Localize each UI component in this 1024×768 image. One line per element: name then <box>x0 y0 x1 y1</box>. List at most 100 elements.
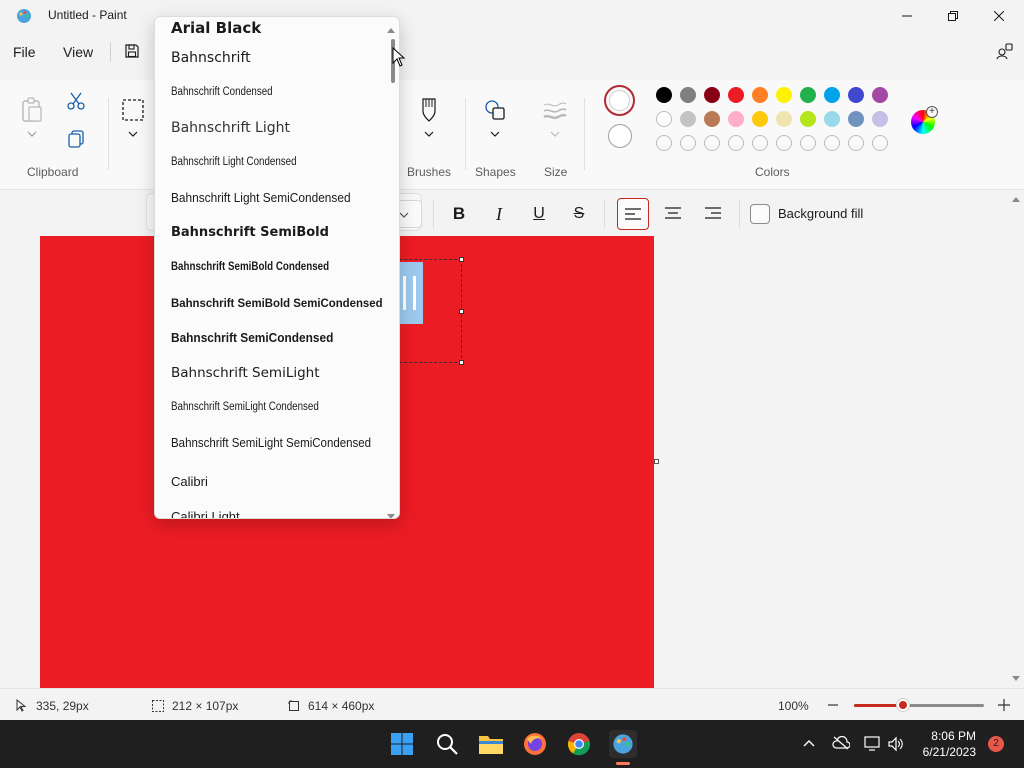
zoom-slider-thumb[interactable] <box>896 698 910 712</box>
secondary-color-button[interactable] <box>608 124 632 148</box>
share-icon[interactable] <box>996 42 1014 60</box>
color-swatch[interactable] <box>728 111 744 127</box>
font-option[interactable]: Bahnschrift Light <box>171 120 290 136</box>
color-swatch[interactable] <box>872 87 888 103</box>
start-button[interactable] <box>388 730 416 758</box>
color-swatch[interactable] <box>728 87 744 103</box>
size-button[interactable] <box>542 100 568 122</box>
chevron-down-icon[interactable] <box>424 131 434 137</box>
font-family-dropdown-list[interactable]: Arial Black Bahnschrift Bahnschrift Conden… <box>154 16 400 519</box>
scroll-up-icon[interactable] <box>387 21 395 33</box>
color-swatch[interactable] <box>680 87 696 103</box>
menu-view[interactable]: View <box>63 44 93 60</box>
underline-button[interactable]: U <box>528 201 550 227</box>
font-option[interactable]: Bahnschrift Condensed <box>171 86 273 98</box>
volume-icon[interactable] <box>888 736 904 752</box>
font-option[interactable]: Bahnschrift SemiBold <box>171 225 329 240</box>
font-option[interactable]: Calibri Light <box>171 509 240 518</box>
color-swatch[interactable] <box>800 111 816 127</box>
firefox-button[interactable] <box>521 730 549 758</box>
font-option[interactable]: Bahnschrift Light Condensed <box>171 156 297 168</box>
zoom-slider[interactable] <box>854 698 984 712</box>
chevron-down-icon[interactable] <box>128 131 138 137</box>
color-swatch[interactable] <box>704 87 720 103</box>
scroll-down-icon[interactable] <box>1012 676 1020 682</box>
edit-colors-button[interactable]: + <box>911 106 938 134</box>
shapes-button[interactable] <box>483 98 507 122</box>
font-option[interactable]: Calibri <box>171 474 208 489</box>
font-option[interactable]: Bahnschrift <box>171 50 251 66</box>
color-swatch[interactable] <box>824 87 840 103</box>
custom-color-slot[interactable] <box>728 135 744 151</box>
custom-color-slot[interactable] <box>800 135 816 151</box>
vertical-scrollbar[interactable] <box>1008 192 1024 688</box>
color-swatch[interactable] <box>656 87 672 103</box>
system-clock[interactable]: 8:06 PM 6/21/2023 <box>923 728 976 760</box>
search-button[interactable] <box>433 730 461 758</box>
font-option[interactable]: Bahnschrift SemiLight SemiCondensed <box>171 436 371 450</box>
bold-button[interactable]: B <box>448 201 470 227</box>
chevron-down-icon[interactable] <box>490 131 500 137</box>
chevron-down-icon[interactable] <box>550 131 560 137</box>
background-fill-checkbox[interactable] <box>750 204 770 224</box>
align-right-button[interactable] <box>697 198 729 230</box>
chevron-up-icon[interactable] <box>803 739 815 747</box>
close-button[interactable] <box>976 0 1022 32</box>
copy-icon[interactable] <box>68 130 84 148</box>
italic-button[interactable]: I <box>488 201 510 227</box>
resize-handle[interactable] <box>459 360 464 365</box>
font-option[interactable]: Bahnschrift SemiBold Condensed <box>171 261 329 273</box>
color-swatch[interactable] <box>752 87 768 103</box>
color-swatch[interactable] <box>776 87 792 103</box>
custom-color-slot[interactable] <box>872 135 888 151</box>
zoom-out-icon[interactable] <box>828 704 838 706</box>
color-swatch[interactable] <box>872 111 888 127</box>
font-option[interactable]: Bahnschrift SemiCondensed <box>171 331 333 345</box>
scroll-up-icon[interactable] <box>1012 196 1020 202</box>
file-explorer-button[interactable] <box>477 730 505 758</box>
align-center-button[interactable] <box>657 198 689 230</box>
brushes-button[interactable] <box>418 96 440 124</box>
zoom-in-icon[interactable] <box>998 699 1010 711</box>
restore-button[interactable] <box>930 0 976 32</box>
onedrive-icon[interactable] <box>832 736 850 750</box>
primary-color-button[interactable] <box>604 85 635 116</box>
notification-badge[interactable]: 2 <box>988 736 1004 752</box>
resize-handle[interactable] <box>459 309 464 314</box>
color-swatch[interactable] <box>800 87 816 103</box>
select-button[interactable] <box>121 98 145 122</box>
strikethrough-button[interactable]: S <box>568 201 590 227</box>
network-icon[interactable] <box>864 736 882 752</box>
custom-color-slot[interactable] <box>848 135 864 151</box>
canvas-resize-handle[interactable] <box>654 459 659 464</box>
custom-color-slot[interactable] <box>776 135 792 151</box>
color-swatch[interactable] <box>752 111 768 127</box>
minimize-button[interactable] <box>884 0 930 32</box>
resize-handle[interactable] <box>459 257 464 262</box>
menu-file[interactable]: File <box>13 44 36 60</box>
font-option[interactable]: Bahnschrift SemiLight Condensed <box>171 401 319 413</box>
custom-color-slot[interactable] <box>824 135 840 151</box>
font-option[interactable]: Bahnschrift SemiBold SemiCondensed <box>171 296 383 310</box>
color-swatch[interactable] <box>704 111 720 127</box>
font-option[interactable]: Arial Black <box>171 19 261 37</box>
color-swatch[interactable] <box>848 87 864 103</box>
color-swatch[interactable] <box>656 111 672 127</box>
cut-icon[interactable] <box>67 92 85 110</box>
chevron-down-icon[interactable] <box>27 131 37 137</box>
scroll-down-icon[interactable] <box>387 508 395 518</box>
align-left-button[interactable] <box>617 198 649 230</box>
color-swatch[interactable] <box>776 111 792 127</box>
custom-color-slot[interactable] <box>752 135 768 151</box>
custom-color-slot[interactable] <box>656 135 672 151</box>
custom-color-slot[interactable] <box>704 135 720 151</box>
custom-color-slot[interactable] <box>680 135 696 151</box>
color-swatch[interactable] <box>680 111 696 127</box>
color-swatch[interactable] <box>824 111 840 127</box>
font-option[interactable]: Bahnschrift Light SemiCondensed <box>171 191 351 205</box>
save-icon[interactable] <box>124 43 140 59</box>
font-option[interactable]: Bahnschrift SemiLight <box>171 365 320 381</box>
color-swatch[interactable] <box>848 111 864 127</box>
paint-taskbar-button[interactable] <box>609 730 637 758</box>
chrome-button[interactable] <box>565 730 593 758</box>
